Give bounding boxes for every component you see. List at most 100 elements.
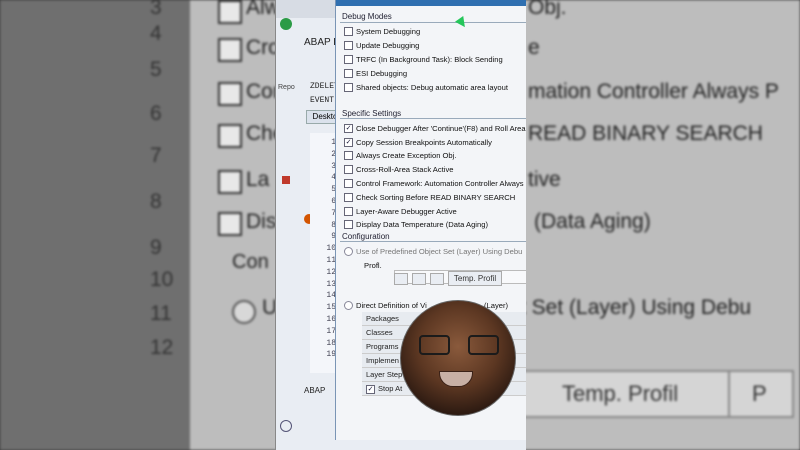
cross-roll-area-checkbox[interactable]: Cross-Roll-Area Stack Active (344, 165, 453, 174)
background-cut-button: P (728, 370, 794, 418)
line-number: 4 (331, 173, 336, 183)
radio-label: Direct Definition of Vi (356, 301, 427, 310)
glasses-left-lens (419, 335, 450, 355)
checkbox-checked-icon: ✓ (344, 138, 353, 147)
background-row-suffix: tive (528, 168, 561, 191)
temp-profile-button[interactable]: Temp. Profil (448, 271, 502, 286)
line-number: 3 (331, 161, 336, 171)
background-checkbox (218, 212, 242, 236)
checkbox-box (344, 41, 353, 50)
background-line-number: 7 (150, 144, 162, 167)
pencil-icon[interactable] (412, 273, 426, 285)
layer-aware-checkbox[interactable]: Layer-Aware Debugger Active (344, 207, 457, 216)
line-number: 13 (326, 279, 336, 289)
checkbox-label: Cross-Roll-Area Stack Active (356, 165, 454, 174)
background-row-suffix: Obj. (528, 0, 567, 19)
abap-tab[interactable]: ABAP (304, 386, 325, 395)
background-radio-suffix: t Set (Layer) Using Debu (520, 296, 752, 319)
background-line-number: 5 (150, 58, 162, 81)
background-row-suffix: (Data Aging) (534, 210, 651, 233)
debug-modes-header: Debug Modes (342, 12, 392, 21)
data-temperature-checkbox[interactable]: Display Data Temperature (Data Aging) (344, 220, 488, 229)
line-number: 16 (326, 314, 336, 324)
section-divider (340, 22, 526, 23)
checkbox-label: Display Data Temperature (Data Aging) (356, 220, 488, 229)
checkbox-box (344, 55, 353, 64)
section-divider (340, 118, 526, 119)
checkbox-label: Control Framework: Automation Controller… (356, 179, 526, 188)
system-debugging-checkbox[interactable]: System Debugging (344, 27, 420, 36)
checkbox-label: Layer-Aware Debugger Active (356, 207, 457, 216)
checkbox-label: Close Debugger After 'Continue'(F8) and … (356, 124, 526, 133)
line-number: 18 (326, 338, 336, 348)
checkbox-box (344, 220, 353, 229)
specific-settings-header: Specific Settings (342, 109, 402, 118)
background-row-suffix: READ BINARY SEARCH (528, 122, 763, 145)
copy-breakpoints-checkbox[interactable]: ✓ Copy Session Breakpoints Automatically (344, 138, 492, 147)
radio-label: Use of Predefined Object Set (Layer) Usi… (356, 247, 523, 256)
checkbox-label: Update Debugging (356, 41, 420, 50)
event-label: EVENT (310, 96, 335, 105)
dialog-titlebar[interactable] (336, 0, 526, 6)
checkbox-checked-icon: ✓ (344, 124, 353, 133)
radio-icon (344, 247, 353, 256)
checkbox-box (344, 193, 353, 202)
background-line-number: 3 (150, 0, 162, 19)
esi-debugging-checkbox[interactable]: ESI Debugging (344, 69, 407, 78)
checkbox-box (344, 27, 353, 36)
line-number: 19 (326, 350, 336, 360)
update-debugging-checkbox[interactable]: Update Debugging (344, 41, 419, 50)
checkbox-label: Check Sorting Before READ BINARY SEARCH (356, 193, 516, 202)
background-checkbox (218, 82, 242, 106)
checkbox-label: Always Create Exception Obj. (356, 151, 457, 160)
background-line-number: 10 (150, 268, 174, 291)
checkbox-label: TRFC (In Background Task): Block Sending (356, 55, 503, 64)
profile-label: Profl. (364, 261, 382, 270)
line-number: 5 (331, 185, 336, 195)
checkbox-label: ESI Debugging (356, 69, 408, 78)
checkbox-label: Copy Session Breakpoints Automatically (356, 138, 492, 147)
shared-objects-checkbox[interactable]: Shared objects: Debug automatic area lay… (344, 83, 508, 92)
presenter-mouth (439, 371, 473, 387)
background-line-number: 11 (150, 302, 172, 325)
line-number: 11 (326, 255, 336, 265)
line-number: 9 (331, 232, 336, 242)
checkbox-box (344, 179, 353, 188)
clock-icon (280, 420, 292, 432)
background-checkbox (218, 170, 242, 194)
predefined-layer-radio[interactable]: Use of Predefined Object Set (Layer) Usi… (344, 247, 522, 256)
line-number: 1 (331, 138, 336, 147)
background-checkbox (218, 124, 242, 148)
check-sorting-checkbox[interactable]: Check Sorting Before READ BINARY SEARCH (344, 193, 515, 202)
line-number: 10 (326, 244, 336, 254)
background-line-number: 6 (150, 102, 162, 125)
section-divider (340, 241, 526, 242)
background-checkbox (218, 38, 242, 62)
close-debugger-checkbox[interactable]: ✓ Close Debugger After 'Continue'(F8) and… (344, 124, 526, 133)
line-number: 7 (331, 208, 336, 218)
line-number: 6 (331, 196, 336, 206)
line-number: 2 (331, 149, 336, 159)
checkbox-checked-icon: ✓ (366, 385, 375, 394)
checkbox-box (344, 69, 353, 78)
enter-icon[interactable] (280, 18, 292, 30)
checkbox-label: Shared objects: Debug automatic area lay… (356, 83, 508, 92)
line-number: 17 (326, 326, 336, 336)
background-checkbox (218, 0, 242, 24)
checkbox-box (344, 83, 353, 92)
line-number: 12 (326, 267, 336, 277)
background-row-text: La (246, 168, 270, 191)
glasses-icon[interactable] (394, 273, 408, 285)
checkbox-label: System Debugging (356, 27, 421, 36)
exception-object-checkbox[interactable]: Always Create Exception Obj. (344, 151, 456, 160)
radio-icon (344, 301, 353, 310)
document-icon[interactable] (430, 273, 444, 285)
configuration-header: Configuration (342, 232, 390, 241)
direct-definition-radio[interactable]: Direct Definition of Vi (344, 301, 427, 310)
breakpoint-icon (282, 176, 290, 184)
background-configuration-label: Con (232, 251, 269, 273)
trfc-block-sending-checkbox[interactable]: TRFC (In Background Task): Block Sending (344, 55, 503, 64)
automation-controller-checkbox[interactable]: Control Framework: Automation Controller… (344, 179, 526, 188)
background-line-number: 9 (150, 236, 162, 259)
background-row-suffix: e (528, 36, 540, 59)
